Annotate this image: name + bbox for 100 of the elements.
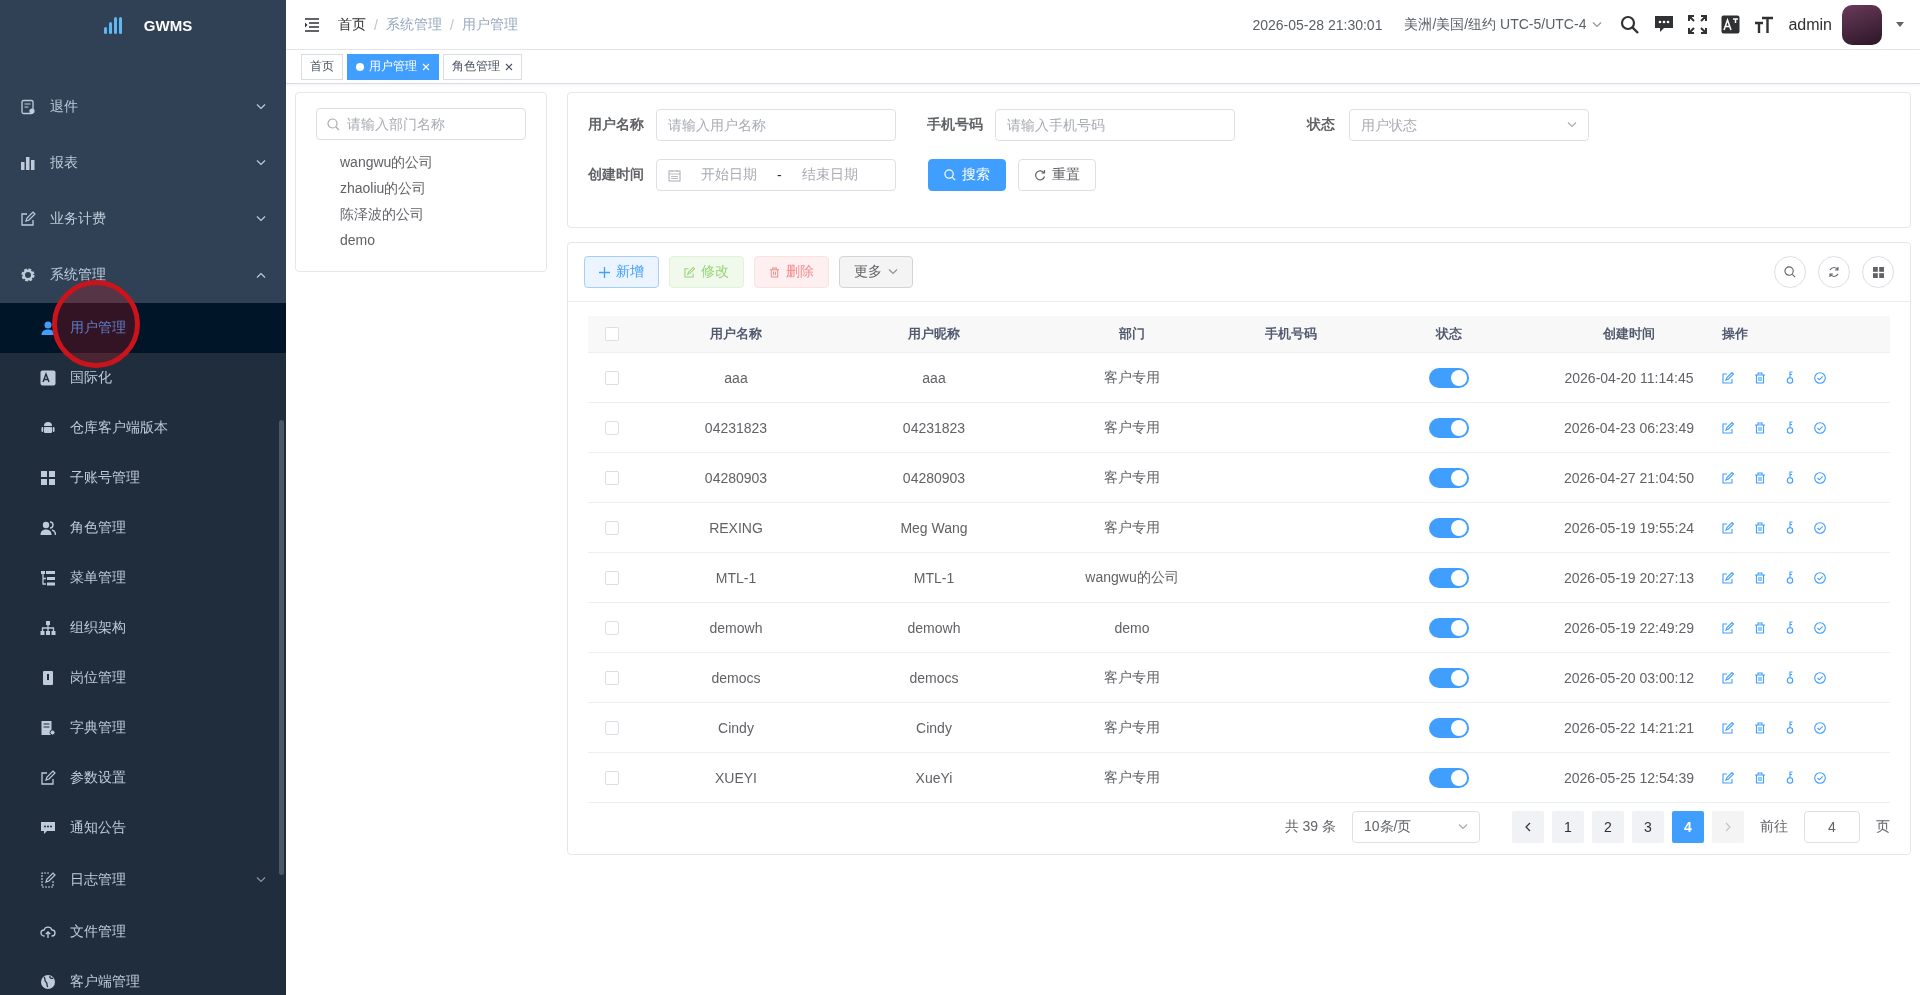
- sidebar-item[interactable]: 菜单管理: [0, 553, 286, 603]
- phone-field[interactable]: 请输入手机号码: [995, 109, 1235, 141]
- key-icon[interactable]: [1786, 521, 1794, 534]
- tree-node[interactable]: wangwu的公司: [340, 149, 526, 175]
- sidebar-item[interactable]: 字典管理: [0, 703, 286, 753]
- trash-icon[interactable]: [1754, 421, 1766, 434]
- page-tab[interactable]: 首页: [301, 53, 343, 80]
- status-switch[interactable]: [1429, 517, 1469, 538]
- sidebar-item[interactable]: 参数设置: [0, 753, 286, 803]
- message-icon[interactable]: [1654, 15, 1675, 34]
- row-checkbox[interactable]: [605, 720, 619, 735]
- check-circle-icon[interactable]: [1814, 571, 1826, 584]
- columns-button[interactable]: [1862, 256, 1894, 288]
- check-circle-icon[interactable]: [1814, 621, 1826, 634]
- sidebar-item[interactable]: 国际化: [0, 353, 286, 403]
- edit-icon[interactable]: [1722, 721, 1734, 734]
- check-circle-icon[interactable]: [1814, 771, 1826, 784]
- tree-node[interactable]: zhaoliu的公司: [340, 175, 526, 201]
- edit-icon[interactable]: [1722, 421, 1734, 434]
- status-switch[interactable]: [1429, 617, 1469, 638]
- row-checkbox[interactable]: [605, 420, 619, 435]
- caret-down-icon[interactable]: [1896, 22, 1904, 27]
- page-tab[interactable]: 角色管理: [443, 53, 522, 80]
- trash-icon[interactable]: [1754, 771, 1766, 784]
- goto-page-field[interactable]: 4: [1804, 811, 1860, 843]
- translate-icon[interactable]: [1721, 15, 1741, 34]
- sidebar-item[interactable]: 文件管理: [0, 907, 286, 957]
- close-icon[interactable]: [505, 62, 513, 71]
- status-switch[interactable]: [1429, 717, 1469, 738]
- trash-icon[interactable]: [1754, 721, 1766, 734]
- row-checkbox[interactable]: [605, 470, 619, 485]
- trash-icon[interactable]: [1754, 521, 1766, 534]
- page-number-button[interactable]: 2: [1592, 811, 1624, 843]
- sidebar-group-item[interactable]: 退件: [0, 79, 286, 135]
- page-number-button[interactable]: 3: [1632, 811, 1664, 843]
- date-range-field[interactable]: 开始日期 - 结束日期: [656, 159, 896, 191]
- check-circle-icon[interactable]: [1814, 371, 1826, 384]
- status-switch[interactable]: [1429, 417, 1469, 438]
- sidebar-item[interactable]: 通知公告: [0, 803, 286, 853]
- edit-icon[interactable]: [1722, 671, 1734, 684]
- trash-icon[interactable]: [1754, 671, 1766, 684]
- status-select[interactable]: 用户状态: [1349, 109, 1589, 141]
- refresh-button[interactable]: [1818, 256, 1850, 288]
- previous-page-button[interactable]: [1512, 811, 1544, 843]
- sidebar-group-item[interactable]: 业务计费: [0, 191, 286, 247]
- page-size-select[interactable]: 10条/页: [1352, 811, 1480, 843]
- key-icon[interactable]: [1786, 571, 1794, 584]
- fullscreen-icon[interactable]: [1688, 15, 1708, 34]
- sidebar-item[interactable]: 仓库客户端版本: [0, 403, 286, 453]
- key-icon[interactable]: [1786, 421, 1794, 434]
- row-checkbox[interactable]: [605, 670, 619, 685]
- font-size-icon[interactable]: [1754, 15, 1775, 34]
- sidebar-item[interactable]: 日志管理: [0, 853, 286, 907]
- trash-icon[interactable]: [1754, 471, 1766, 484]
- sidebar-group-item[interactable]: 报表: [0, 135, 286, 191]
- status-switch[interactable]: [1429, 567, 1469, 588]
- sidebar-group-item[interactable]: 系统管理: [0, 247, 286, 303]
- sidebar-item[interactable]: 子账号管理: [0, 453, 286, 503]
- edit-icon[interactable]: [1722, 621, 1734, 634]
- tree-node[interactable]: demo: [340, 227, 526, 253]
- username-field[interactable]: 请输入用户名称: [656, 109, 896, 141]
- status-switch[interactable]: [1429, 667, 1469, 688]
- trash-icon[interactable]: [1754, 371, 1766, 384]
- select-all-checkbox[interactable]: [605, 327, 619, 341]
- row-checkbox[interactable]: [605, 520, 619, 535]
- more-button[interactable]: 更多: [839, 256, 913, 288]
- edit-icon[interactable]: [1722, 471, 1734, 484]
- key-icon[interactable]: [1786, 471, 1794, 484]
- search-toggle-button[interactable]: [1774, 256, 1806, 288]
- breadcrumb-link[interactable]: 首页: [338, 15, 366, 34]
- trash-icon[interactable]: [1754, 571, 1766, 584]
- sidebar-item[interactable]: 客户端管理: [0, 957, 286, 995]
- page-number-button[interactable]: 1: [1552, 811, 1584, 843]
- timezone-select[interactable]: 美洲/美国/纽约 UTC-5/UTC-4: [1404, 15, 1603, 34]
- check-circle-icon[interactable]: [1814, 671, 1826, 684]
- search-icon[interactable]: [1620, 14, 1641, 35]
- key-icon[interactable]: [1786, 371, 1794, 384]
- key-icon[interactable]: [1786, 721, 1794, 734]
- department-search-field[interactable]: 请输入部门名称: [316, 108, 526, 140]
- status-switch[interactable]: [1429, 767, 1469, 788]
- sidebar-item[interactable]: 角色管理: [0, 503, 286, 553]
- row-checkbox[interactable]: [605, 620, 619, 635]
- key-icon[interactable]: [1786, 771, 1794, 784]
- row-checkbox[interactable]: [605, 570, 619, 585]
- row-checkbox[interactable]: [605, 770, 619, 785]
- edit-icon[interactable]: [1722, 571, 1734, 584]
- key-icon[interactable]: [1786, 671, 1794, 684]
- sidebar-item[interactable]: 岗位管理: [0, 653, 286, 703]
- tree-node[interactable]: 陈泽波的公司: [340, 201, 526, 227]
- trash-icon[interactable]: [1754, 621, 1766, 634]
- status-switch[interactable]: [1429, 467, 1469, 488]
- row-checkbox[interactable]: [605, 370, 619, 385]
- scrollbar-thumb[interactable]: [279, 420, 284, 875]
- menu-icon[interactable]: [304, 17, 320, 32]
- reset-button[interactable]: 重置: [1018, 159, 1096, 191]
- status-switch[interactable]: [1429, 367, 1469, 388]
- sidebar-item[interactable]: 用户管理: [0, 303, 286, 353]
- check-circle-icon[interactable]: [1814, 421, 1826, 434]
- check-circle-icon[interactable]: [1814, 521, 1826, 534]
- key-icon[interactable]: [1786, 621, 1794, 634]
